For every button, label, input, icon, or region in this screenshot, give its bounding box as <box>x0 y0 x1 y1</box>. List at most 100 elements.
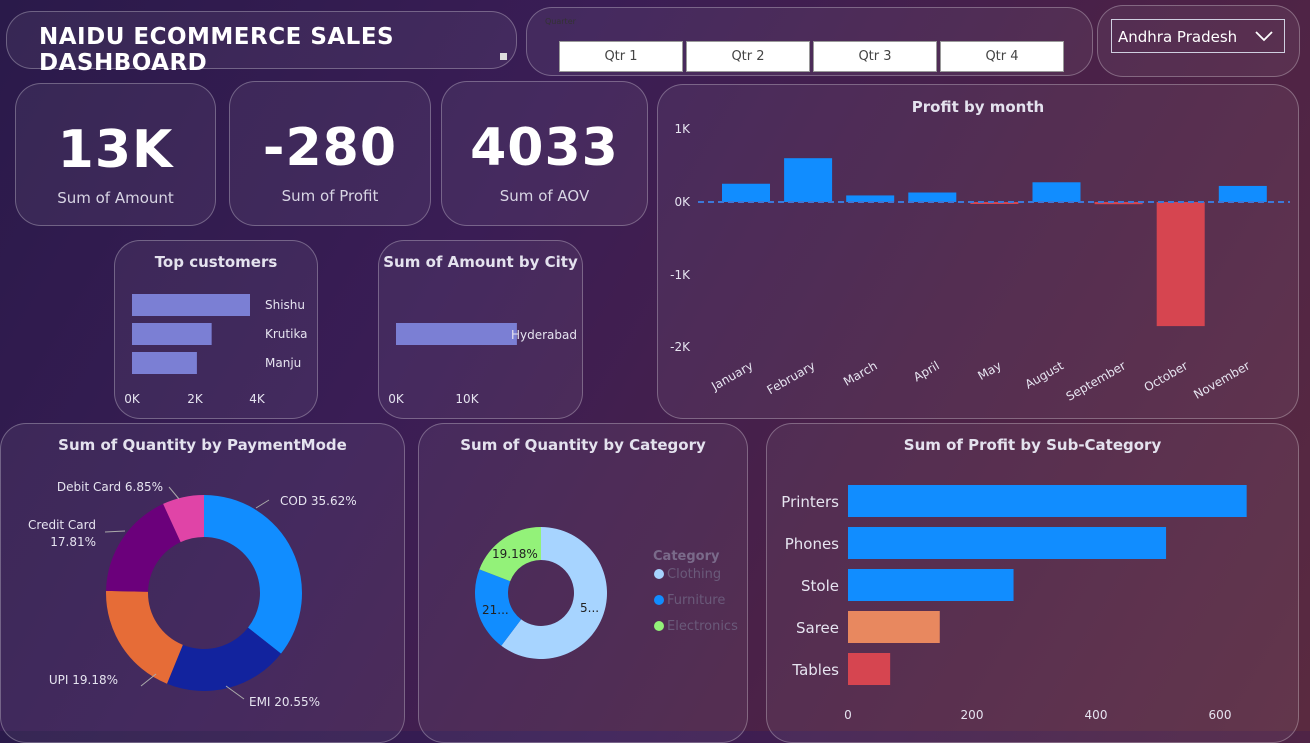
leader-line <box>168 486 180 500</box>
data-label: Credit Card <box>28 518 96 532</box>
bar <box>848 527 1167 559</box>
title-card: NAIDU ECOMMERCE SALES DASHBOARD <box>6 11 517 76</box>
kpi-card-aov: 4033 Sum of AOV <box>441 81 648 226</box>
chevron-down-icon <box>1255 31 1273 42</box>
leader-line <box>104 530 126 533</box>
bar <box>848 485 1247 517</box>
amount-by-city-chart: Hyderabad 0K 10K <box>388 323 577 406</box>
bar <box>908 192 957 202</box>
data-label: 17.81% <box>50 535 96 549</box>
state-filter-card: Andhra Pradesh <box>1097 5 1300 77</box>
donut-slice <box>204 495 302 654</box>
legend-label: Electronics <box>667 619 738 634</box>
axis-category-label: February <box>765 358 818 397</box>
kpi-card-amount: 13K Sum of Amount <box>15 83 216 226</box>
axis-category-label: October <box>1142 358 1191 394</box>
kpi-value: 4033 <box>470 118 619 178</box>
bar <box>848 569 1014 601</box>
axis-category-label: Saree <box>796 619 839 637</box>
axis-tick-label: 2K <box>187 392 204 406</box>
bar <box>784 158 833 202</box>
axis-tick-label: 400 <box>1085 708 1108 722</box>
kpi-value: 13K <box>57 120 174 180</box>
axis-category-label: August <box>1023 358 1067 391</box>
axis-tick-label: 0 <box>844 708 852 722</box>
axis-category-label: May <box>975 358 1003 383</box>
data-label: 19.18% <box>492 547 538 561</box>
profit-by-subcategory-chart: Printers Phones Stole Saree Tables 0 200 400 600 <box>781 485 1247 722</box>
legend-title: Category <box>653 549 720 564</box>
state-dropdown[interactable]: Andhra Pradesh <box>1111 19 1285 53</box>
bar-category-label: Hyderabad <box>511 328 577 342</box>
bar <box>1218 185 1267 202</box>
bar <box>848 611 940 643</box>
category-donut: 5... 21... 19.18% Category Clothing Furniture… <box>475 527 738 659</box>
profit-by-month-card: Profit by month 1K 0K -1K -2K January Februar… <box>657 84 1299 419</box>
axis-category-label: Tables <box>791 661 839 679</box>
bar <box>132 323 212 345</box>
axis-category-label: April <box>911 358 942 384</box>
data-label: Debit Card 6.85% <box>57 480 163 494</box>
quarter-button-q4[interactable]: Qtr 4 <box>940 41 1064 72</box>
bar <box>1156 202 1205 327</box>
axis-tick-label: -2K <box>670 340 691 354</box>
bar <box>396 323 517 345</box>
payment-mode-card: Sum of Quantity by PaymentMode COD 35.62… <box>0 423 405 743</box>
subcategory-card: Sum of Profit by Sub-Category Printers Ph… <box>766 423 1299 743</box>
kpi-label: Sum of Profit <box>281 187 379 205</box>
leader-line <box>225 685 245 700</box>
profit-by-month-chart: 1K 0K -1K -2K January February March April May Au… <box>670 122 1290 404</box>
bar <box>848 653 891 685</box>
resize-handle-icon <box>500 53 507 60</box>
data-label: 5... <box>580 601 599 615</box>
axis-tick-label: 1K <box>674 122 691 136</box>
data-label: COD 35.62% <box>280 494 357 508</box>
kpi-value: -280 <box>262 118 398 178</box>
quarter-button-q2[interactable]: Qtr 2 <box>686 41 810 72</box>
data-label: 21... <box>482 603 509 617</box>
axis-category-label: November <box>1191 358 1252 401</box>
axis-tick-label: 4K <box>249 392 266 406</box>
axis-tick-label: 600 <box>1209 708 1232 722</box>
axis-category-label: Stole <box>801 577 839 595</box>
leader-line <box>255 499 270 509</box>
data-label: UPI 19.18% <box>49 673 118 687</box>
bar-category-label: Manju <box>265 356 301 370</box>
bar <box>722 183 770 202</box>
legend-marker <box>654 621 664 631</box>
axis-tick-label: -1K <box>670 268 691 282</box>
bar <box>1032 182 1081 202</box>
legend-label: Clothing <box>667 567 721 582</box>
page-title: NAIDU ECOMMERCE SALES DASHBOARD <box>39 24 395 76</box>
bar <box>132 352 197 374</box>
axis-category-label: September <box>1064 358 1128 403</box>
legend-marker <box>654 595 664 605</box>
state-dropdown-value: Andhra Pradesh <box>1118 28 1238 46</box>
amount-by-city-card: Sum of Amount by City Hyderabad 0K 10K <box>378 240 583 419</box>
axis-category-label: Printers <box>781 493 839 511</box>
top-customers-chart: Shishu Krutika Manju 0K 2K 4K <box>124 294 308 406</box>
axis-tick-label: 0K <box>388 392 405 406</box>
axis-tick-label: 10K <box>455 392 479 406</box>
axis-category-label: Phones <box>785 535 839 553</box>
bar-category-label: Krutika <box>265 327 308 341</box>
top-customers-card: Top customers Shishu Krutika Manju 0K 2K 4K <box>114 240 318 419</box>
payment-mode-donut: COD 35.62% EMI 20.55% UPI 19.18% Credit Car… <box>28 480 357 709</box>
quarter-slicer: Quarter Qtr 1 Qtr 2 Qtr 3 Qtr 4 <box>526 7 1093 76</box>
quarter-slicer-label: Quarter <box>545 17 576 26</box>
legend-marker <box>654 569 664 579</box>
leader-line <box>140 673 157 687</box>
axis-tick-label: 200 <box>961 708 984 722</box>
bar-category-label: Shishu <box>265 298 305 312</box>
category-card: Sum of Quantity by Category 5... 21... 19.… <box>418 423 748 743</box>
donut-slice <box>106 590 183 684</box>
kpi-label: Sum of Amount <box>57 189 174 207</box>
axis-tick-label: 0K <box>674 195 691 209</box>
legend-label: Furniture <box>667 593 725 608</box>
quarter-button-q1[interactable]: Qtr 1 <box>559 41 683 72</box>
axis-category-label: March <box>841 358 880 388</box>
data-label: EMI 20.55% <box>249 695 320 709</box>
axis-category-label: January <box>708 358 755 393</box>
quarter-button-q3[interactable]: Qtr 3 <box>813 41 937 72</box>
kpi-card-profit: -280 Sum of Profit <box>229 81 431 226</box>
